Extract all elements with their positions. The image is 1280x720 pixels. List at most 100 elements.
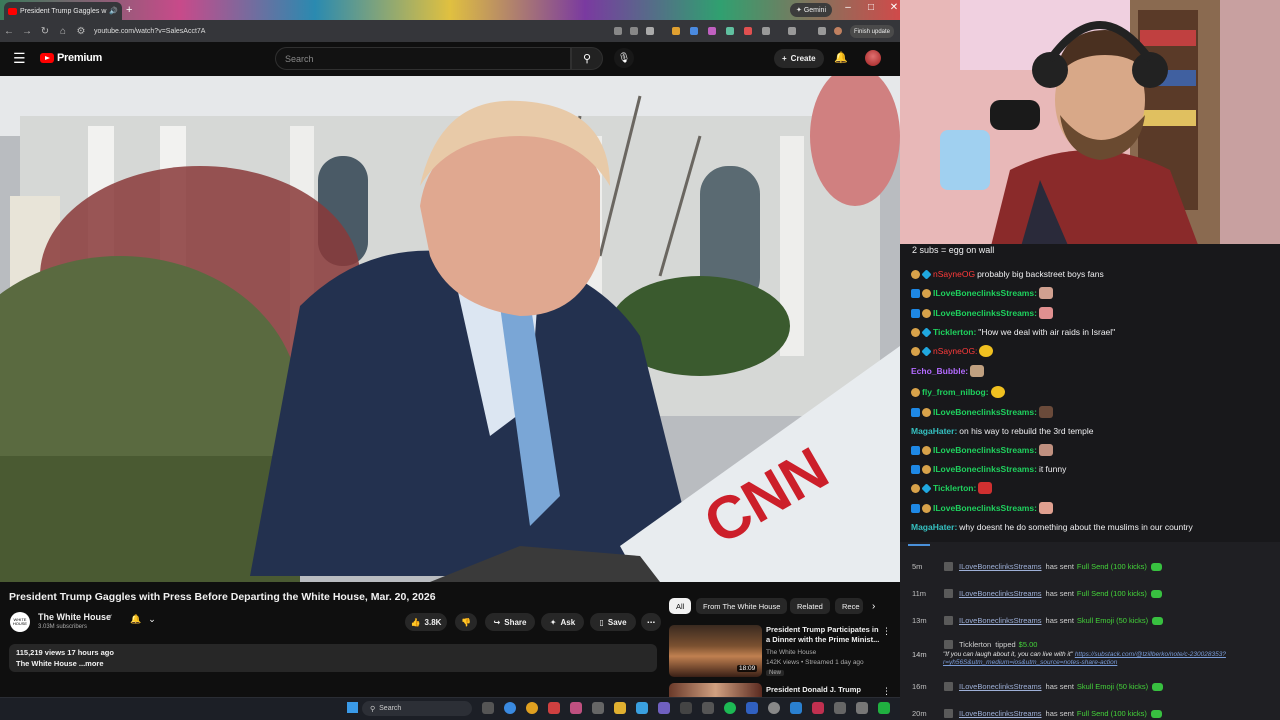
event-user[interactable]: ILoveBoneclinksStreams <box>959 562 1042 571</box>
back-icon[interactable]: ← <box>0 26 18 37</box>
browser-app-icon[interactable] <box>504 702 516 714</box>
chrome-app-icon[interactable] <box>526 702 538 714</box>
browser-tab-active[interactable]: President Trump Gaggles w 🔊 ✕ <box>4 2 122 20</box>
site-info-icon[interactable]: ⚙ <box>72 26 90 37</box>
chat-message: ILoveBoneclinksStreams: <box>911 307 1053 319</box>
app-icon[interactable] <box>636 702 648 714</box>
chevron-right-icon[interactable]: › <box>872 601 875 612</box>
related-video-title[interactable]: President Donald J. Trump <box>766 685 861 694</box>
chat-username[interactable]: ILoveBoneclinksStreams: <box>933 288 1037 298</box>
chat-username[interactable]: ILoveBoneclinksStreams: <box>933 308 1037 318</box>
chat-username[interactable]: MagaHater: <box>911 426 957 436</box>
maximize-icon[interactable]: □ <box>861 2 881 13</box>
video-player[interactable]: CNN <box>0 76 900 582</box>
app-icon[interactable] <box>658 702 670 714</box>
minimize-icon[interactable]: – <box>838 2 858 13</box>
sidebar-icon[interactable] <box>788 27 796 35</box>
new-tab-icon[interactable]: + <box>126 4 132 16</box>
mic-icon[interactable]: 🎙 <box>614 48 634 68</box>
app-icon[interactable] <box>570 702 582 714</box>
ask-button[interactable]: ✦ Ask <box>541 613 584 631</box>
related-video-title[interactable]: President Trump Participates in a Dinner… <box>766 625 881 645</box>
extension-icon[interactable] <box>744 27 752 35</box>
event-user[interactable]: Ticklerton <box>959 640 991 649</box>
notification-bell-button[interactable]: 🔔 ⌄ <box>130 614 156 625</box>
app-icon[interactable] <box>592 702 604 714</box>
more-icon[interactable]: ⋯ <box>641 613 661 631</box>
chat-username[interactable]: ILoveBoneclinksStreams: <box>933 445 1037 455</box>
chat-username[interactable]: fly_from_nilbog: <box>922 387 989 397</box>
chat-message: ILoveBoneclinksStreams: <box>911 287 1053 299</box>
app-icon[interactable] <box>768 702 780 714</box>
kick-app-icon[interactable] <box>878 702 890 714</box>
related-video-channel[interactable]: The White House <box>766 649 816 656</box>
bell-icon[interactable]: 🔔 <box>834 51 848 64</box>
chip-from-channel[interactable]: From The White House <box>696 598 788 614</box>
event-user[interactable]: ILoveBoneclinksStreams <box>959 616 1042 625</box>
finish-update-button[interactable]: Finish update <box>850 25 895 38</box>
app-icon[interactable] <box>680 702 692 714</box>
tab-close-icon[interactable]: ✕ <box>121 7 122 15</box>
forward-icon[interactable]: → <box>18 26 36 37</box>
extensions-puzzle-icon[interactable] <box>762 27 770 35</box>
more-icon[interactable]: ⋮ <box>882 686 891 697</box>
app-icon[interactable] <box>812 702 824 714</box>
chat-username[interactable]: ILoveBoneclinksStreams: <box>933 503 1037 513</box>
avatar[interactable] <box>865 50 881 66</box>
save-button[interactable]: ▯ Save <box>590 613 636 631</box>
chat-username[interactable]: ILoveBoneclinksStreams: <box>933 464 1037 474</box>
app-icon[interactable] <box>856 702 868 714</box>
chat-username[interactable]: ILoveBoneclinksStreams: <box>933 407 1037 417</box>
search-input[interactable]: Search <box>275 47 571 70</box>
profile-avatar[interactable] <box>834 27 842 35</box>
app-icon[interactable] <box>746 702 758 714</box>
chat-username[interactable]: Ticklerton: <box>933 327 976 337</box>
create-button[interactable]: + Create <box>774 49 824 68</box>
event-user[interactable]: ILoveBoneclinksStreams <box>959 709 1042 718</box>
description-text[interactable]: The White House ...more <box>16 659 104 668</box>
channel-avatar[interactable]: WHITE HOUSE <box>10 612 30 632</box>
downloads-icon[interactable] <box>818 27 826 35</box>
app-icon[interactable] <box>790 702 802 714</box>
extension-icon[interactable] <box>690 27 698 35</box>
windows-start-icon[interactable] <box>347 702 358 713</box>
file-explorer-icon[interactable] <box>614 702 626 714</box>
related-video-thumbnail[interactable] <box>669 683 762 697</box>
gemini-button[interactable]: ✦ Gemini <box>790 3 833 17</box>
event-user[interactable]: ILoveBoneclinksStreams <box>959 682 1042 691</box>
task-view-icon[interactable] <box>482 702 494 714</box>
extension-icon[interactable] <box>672 27 680 35</box>
app-icon[interactable] <box>548 702 560 714</box>
channel-name[interactable]: The White House <box>38 612 111 622</box>
chat-username[interactable]: nSayneOG <box>933 269 975 279</box>
spotify-icon[interactable] <box>724 702 736 714</box>
chat-username[interactable]: nSayneOG: <box>933 346 977 356</box>
chat-username[interactable]: Ticklerton: <box>933 483 976 493</box>
chip-recent[interactable]: Rece <box>835 598 863 614</box>
app-icon[interactable] <box>834 702 846 714</box>
like-button[interactable]: 👍 3.8K <box>405 613 447 631</box>
more-icon[interactable]: ⋮ <box>882 626 891 637</box>
url-field[interactable]: youtube.com/watch?v=SalesAcct7A <box>94 28 205 35</box>
menu-icon[interactable]: ☰ <box>13 50 26 67</box>
chat-username[interactable]: Echo_Bubble: <box>911 366 968 376</box>
extension-icon[interactable] <box>708 27 716 35</box>
search-icon[interactable]: ⚲ <box>571 47 603 70</box>
tab-audio-icon[interactable]: 🔊 <box>109 7 118 15</box>
lens-icon[interactable] <box>614 27 622 35</box>
extension-icon[interactable] <box>726 27 734 35</box>
app-icon[interactable] <box>702 702 714 714</box>
taskbar-search[interactable]: ⚲ Search <box>362 701 472 716</box>
event-user[interactable]: ILoveBoneclinksStreams <box>959 589 1042 598</box>
share-button[interactable]: ↪ Share <box>485 613 535 631</box>
chip-all[interactable]: All <box>669 598 692 614</box>
home-icon[interactable]: ⌂ <box>54 26 72 37</box>
badge-icon <box>911 503 920 513</box>
chat-username[interactable]: MagaHater: <box>911 522 957 532</box>
chip-related[interactable]: Related <box>790 598 830 614</box>
youtube-logo[interactable]: Premium <box>40 52 102 64</box>
cast-icon[interactable] <box>630 27 638 35</box>
reload-icon[interactable]: ↻ <box>36 26 54 37</box>
bookmark-icon[interactable] <box>646 27 654 35</box>
dislike-button[interactable]: 👎 <box>455 613 477 631</box>
